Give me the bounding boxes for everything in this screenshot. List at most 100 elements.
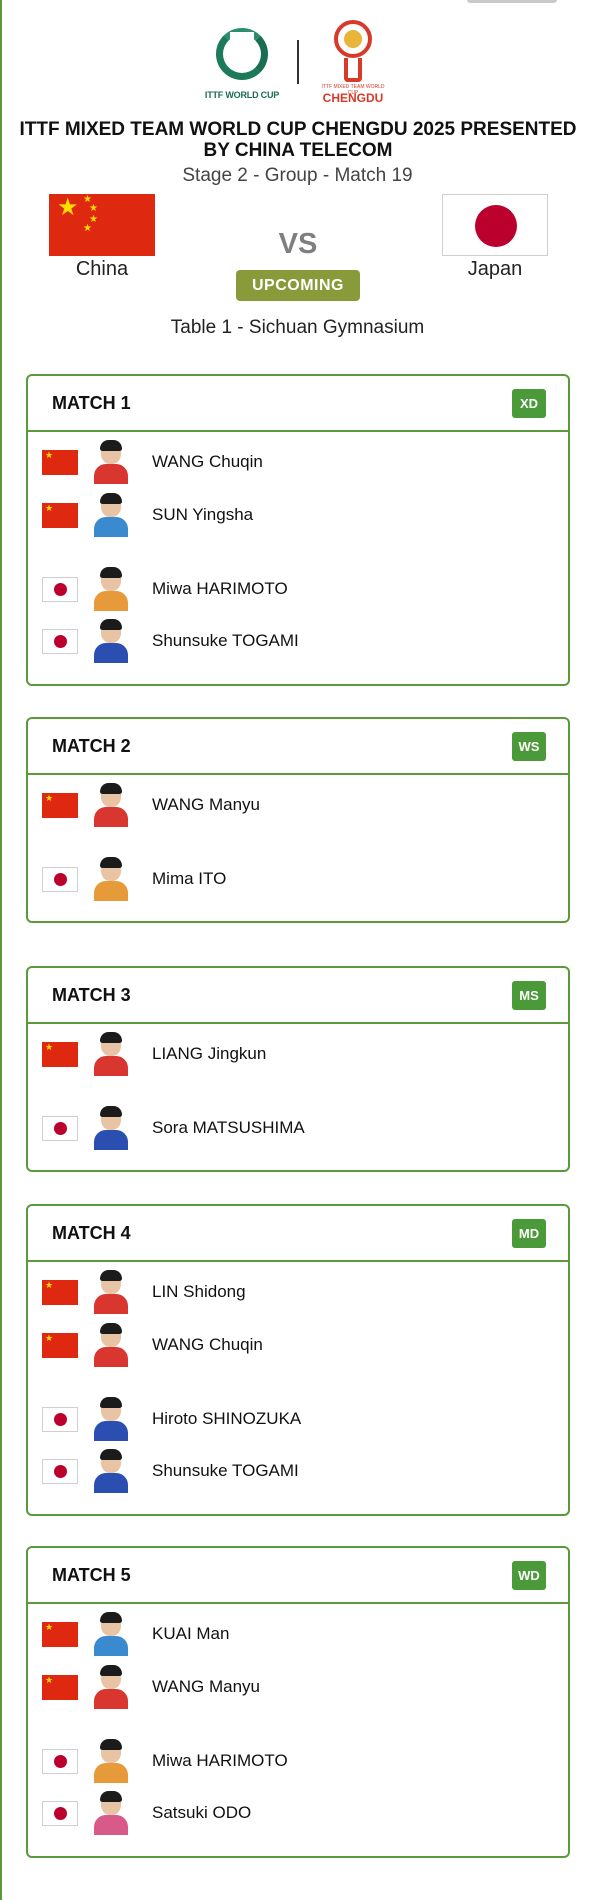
player-avatar[interactable] [92,1449,128,1493]
player-avatar[interactable] [92,857,128,901]
page-left-border [0,0,2,1900]
flag-star-icon: ★ [57,194,79,221]
away-team-name[interactable]: Japan [425,258,565,281]
player-avatar[interactable] [92,1739,128,1783]
player-row[interactable]: ★ WANG Manyu [42,783,542,827]
china-flag-icon: ★ [42,503,78,528]
player-avatar[interactable] [92,1791,128,1835]
event-type-badge: WS [512,732,546,761]
event-type-badge: MS [512,981,546,1010]
japan-flag-icon [42,577,78,602]
match-title: MATCH 1 [52,393,131,413]
player-row[interactable]: ★ KUAI Man [42,1612,542,1656]
chengdu-logo-text: CHENGDU [322,91,384,105]
player-row[interactable]: ★ LIN Shidong [42,1270,542,1314]
player-row[interactable]: ★ WANG Manyu [42,1665,542,1709]
player-avatar[interactable] [92,493,128,537]
china-flag-icon: ★ [42,1675,78,1700]
match-card[interactable]: MATCH 4 MD ★ LIN Shidong ★ WANG Chuqin Hiroto … [26,1204,570,1516]
home-team-name[interactable]: China [32,258,172,281]
player-name[interactable]: Miwa HARIMOTO [152,579,288,599]
status-badge: UPCOMING [236,270,360,301]
japan-flag-icon [42,1116,78,1141]
player-avatar[interactable] [92,1323,128,1367]
match-title: MATCH 5 [52,1565,131,1585]
ittf-logo-text: ITTF WORLD CUP [204,90,280,100]
japan-flag-icon [42,629,78,654]
player-name[interactable]: Sora MATSUSHIMA [152,1118,305,1138]
match-title: MATCH 2 [52,736,131,756]
player-name[interactable]: SUN Yingsha [152,505,253,525]
player-name[interactable]: Miwa HARIMOTO [152,1751,288,1771]
player-name[interactable]: LIANG Jingkun [152,1044,266,1064]
player-name[interactable]: WANG Chuqin [152,452,263,472]
player-row[interactable]: Hiroto SHINOZUKA [42,1397,542,1441]
player-name[interactable]: WANG Manyu [152,795,260,815]
player-avatar[interactable] [92,440,128,484]
player-row[interactable]: ★ WANG Chuqin [42,440,542,484]
match-header: MATCH 4 MD [28,1206,568,1262]
player-row[interactable]: ★ WANG Chuqin [42,1323,542,1367]
player-avatar[interactable] [92,619,128,663]
vs-label: VS [278,228,318,260]
top-tab-handle[interactable] [467,0,557,3]
player-row[interactable]: ★ SUN Yingsha [42,493,542,537]
player-name[interactable]: Hiroto SHINOZUKA [152,1409,301,1429]
player-name[interactable]: KUAI Man [152,1624,229,1644]
match-title: MATCH 4 [52,1223,131,1243]
player-name[interactable]: WANG Manyu [152,1677,260,1697]
japan-flag [442,194,548,256]
player-avatar[interactable] [92,1612,128,1656]
china-flag-icon: ★ [42,1622,78,1647]
china-flag-icon: ★ [42,1280,78,1305]
player-row[interactable]: Miwa HARIMOTO [42,1739,542,1783]
event-type-badge: XD [512,389,546,418]
japan-flag-icon [42,1801,78,1826]
china-flag-icon: ★ [42,1333,78,1358]
player-row[interactable]: Mima ITO [42,857,542,901]
event-type-badge: WD [512,1561,546,1590]
player-avatar[interactable] [92,1270,128,1314]
player-avatar[interactable] [92,1665,128,1709]
japan-flag-icon [42,867,78,892]
player-name[interactable]: Mima ITO [152,869,226,889]
player-name[interactable]: Satsuki ODO [152,1803,251,1823]
china-flag-icon: ★ [42,1042,78,1067]
header-logos: ITTF WORLD CUP ITTF MIXED TEAM WORLD CUP… [0,16,595,110]
china-flag-icon: ★ [42,793,78,818]
match-stage-subtitle: Stage 2 - Group - Match 19 [182,165,413,186]
japan-flag-icon [42,1749,78,1774]
player-name[interactable]: WANG Chuqin [152,1335,263,1355]
player-avatar[interactable] [92,1397,128,1441]
player-row[interactable]: Shunsuke TOGAMI [42,1449,542,1493]
player-row[interactable]: Shunsuke TOGAMI [42,619,542,663]
player-avatar[interactable] [92,1032,128,1076]
page-title: ITTF MIXED TEAM WORLD CUP CHENGDU 2025 P… [19,119,577,161]
match-card[interactable]: MATCH 3 MS ★ LIANG Jingkun Sora MATSUSHIMA [26,966,570,1172]
event-type-badge: MD [512,1219,546,1248]
match-header: MATCH 5 WD [28,1548,568,1604]
japan-flag-icon [42,1407,78,1432]
china-flag-icon: ★ [42,450,78,475]
player-row[interactable]: Satsuki ODO [42,1791,542,1835]
match-card[interactable]: MATCH 2 WS ★ WANG Manyu Mima ITO [26,717,570,923]
match-card[interactable]: MATCH 5 WD ★ KUAI Man ★ WANG Manyu Miwa HARIMO… [26,1546,570,1858]
player-avatar[interactable] [92,783,128,827]
match-card[interactable]: MATCH 1 XD ★ WANG Chuqin ★ SUN Yingsha Miwa HA… [26,374,570,686]
player-row[interactable]: Miwa HARIMOTO [42,567,542,611]
japan-flag-icon [42,1459,78,1484]
match-header: MATCH 3 MS [28,968,568,1024]
logo-divider [297,40,299,84]
chengdu-logo: ITTF MIXED TEAM WORLD CUP CHENGDU [318,18,388,110]
player-avatar[interactable] [92,567,128,611]
player-name[interactable]: Shunsuke TOGAMI [152,631,299,651]
player-row[interactable]: Sora MATSUSHIMA [42,1106,542,1150]
player-row[interactable]: ★ LIANG Jingkun [42,1032,542,1076]
match-title: MATCH 3 [52,985,131,1005]
player-avatar[interactable] [92,1106,128,1150]
player-name[interactable]: LIN Shidong [152,1282,246,1302]
match-header: MATCH 2 WS [28,719,568,775]
match-header: MATCH 1 XD [28,376,568,432]
player-name[interactable]: Shunsuke TOGAMI [152,1461,299,1481]
china-flag: ★ ★ ★ ★ ★ [49,194,155,256]
